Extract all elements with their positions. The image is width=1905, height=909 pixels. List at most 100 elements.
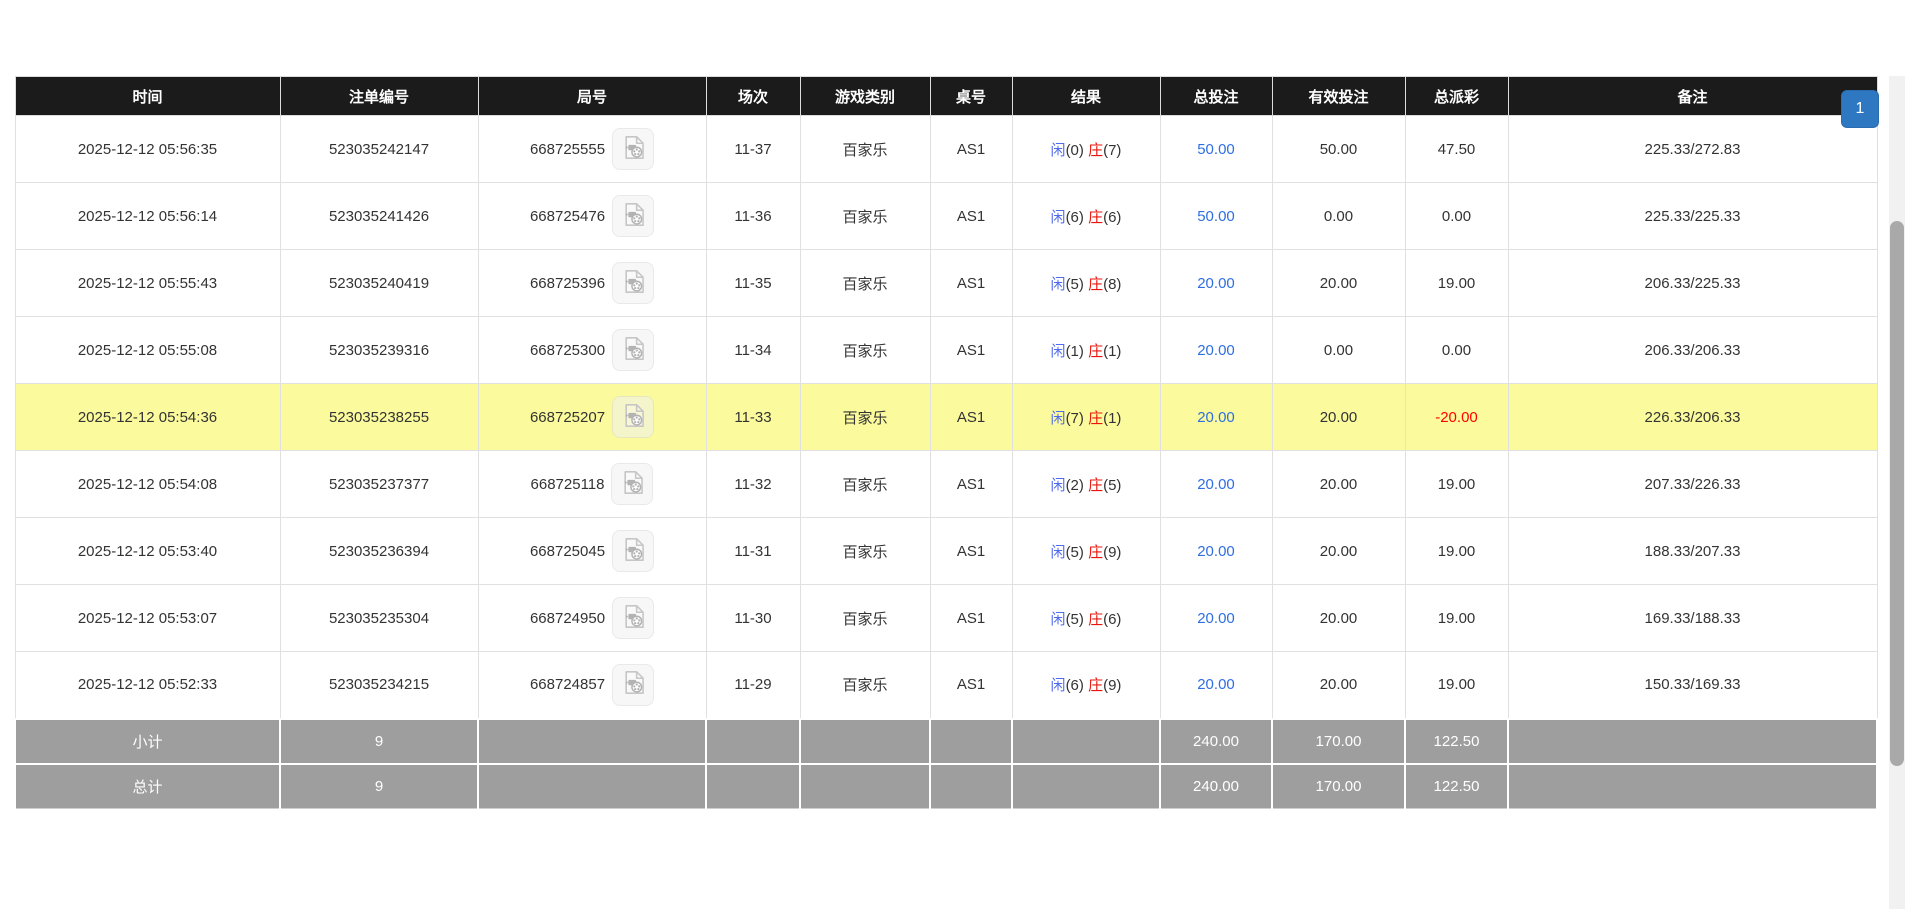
video-replay-button[interactable] [612, 597, 655, 639]
round-number: 668725555 [529, 140, 606, 158]
footer-label-cell: 总计 [14, 762, 281, 809]
banker-score: (1) [1103, 342, 1122, 360]
banker-label: 庄 [1088, 208, 1104, 226]
result-cell: 闲(1) 庄(1) [1011, 316, 1161, 384]
footer-empty-cell [705, 762, 801, 809]
time-cell: 2025-12-12 05:55:43 [14, 249, 281, 317]
video-replay-button[interactable] [612, 262, 655, 304]
table-row: 2025-12-12 05:53:40 523035236394 668725045… [14, 517, 1878, 585]
payout-cell: 19.00 [1404, 584, 1509, 652]
table-no-cell: AS1 [929, 383, 1013, 451]
bet-id-cell: 523035234215 [279, 651, 479, 719]
video-replay-button[interactable] [612, 195, 655, 237]
session-cell: 11-32 [705, 450, 801, 518]
pagination: 1 [1841, 90, 1879, 128]
scrollbar-thumb[interactable] [1890, 221, 1904, 766]
round-number: 668725118 [530, 475, 605, 493]
player-score: (2) [1065, 476, 1084, 494]
player-score: (1) [1065, 342, 1084, 360]
total-bet-link[interactable]: 20.00 [1197, 409, 1235, 426]
session-cell: 11-29 [705, 651, 801, 719]
round-cell: 668725396 [477, 249, 707, 317]
footer-valid-bet-cell: 170.00 [1271, 762, 1406, 809]
player-label: 闲 [1050, 476, 1066, 494]
result-cell: 闲(6) 庄(6) [1011, 182, 1161, 250]
round-number: 668724950 [529, 609, 606, 627]
remark-cell: 150.33/169.33 [1507, 651, 1878, 719]
remark-cell: 169.33/188.33 [1507, 584, 1878, 652]
footer-payout-cell: 122.50 [1404, 717, 1509, 765]
total-bet-link[interactable]: 20.00 [1197, 543, 1235, 560]
table-header: 时间 注单编号 局号 场次 游戏类别 桌号 结果 总投注 有效投注 总派彩 备注 [14, 76, 1878, 116]
footer-count-cell: 9 [279, 717, 479, 765]
total-bet-link[interactable]: 20.00 [1197, 275, 1235, 292]
total-bet-link[interactable]: 20.00 [1197, 610, 1235, 627]
result-cell: 闲(6) 庄(9) [1011, 651, 1161, 719]
player-label: 闲 [1050, 677, 1066, 695]
video-replay-button[interactable] [612, 396, 655, 438]
column-header-4: 游戏类别 [799, 76, 931, 116]
footer-total-bet-cell: 240.00 [1159, 717, 1273, 765]
footer-empty-cell [1011, 717, 1161, 765]
total-bet-link[interactable]: 20.00 [1197, 342, 1235, 359]
footer-valid-bet-cell: 170.00 [1271, 717, 1406, 765]
video-replay-button[interactable] [612, 329, 655, 371]
table-no-cell: AS1 [929, 450, 1013, 518]
total-bet-cell: 20.00 [1159, 651, 1273, 719]
column-header-2: 局号 [477, 76, 707, 116]
video-file-icon [620, 201, 647, 232]
footer-empty-cell [799, 762, 931, 809]
table-no-cell: AS1 [929, 115, 1013, 183]
player-label: 闲 [1050, 610, 1066, 628]
payout-cell: 0.00 [1404, 182, 1509, 250]
column-header-3: 场次 [705, 76, 801, 116]
vertical-scrollbar[interactable] [1889, 76, 1905, 909]
bet-id-cell: 523035241426 [279, 182, 479, 250]
payout-cell: 19.00 [1404, 651, 1509, 719]
video-replay-button[interactable] [612, 663, 655, 706]
banker-label: 庄 [1088, 141, 1104, 159]
column-header-1: 注单编号 [279, 76, 479, 116]
bet-id-cell: 523035239316 [279, 316, 479, 384]
column-header-0: 时间 [14, 76, 281, 116]
player-score: (6) [1065, 677, 1084, 695]
remark-cell: 206.33/225.33 [1507, 249, 1878, 317]
session-cell: 11-31 [705, 517, 801, 585]
table-no-cell: AS1 [929, 182, 1013, 250]
bet-id-cell: 523035236394 [279, 517, 479, 585]
remark-cell: 188.33/207.33 [1507, 517, 1878, 585]
table-row: 2025-12-12 05:56:14 523035241426 668725476… [14, 182, 1878, 250]
table-footer: 小计 9 240.00 170.00 122.50 总计 9 240.00 170.00 122.… [14, 717, 1878, 809]
game-type-cell: 百家乐 [799, 182, 931, 250]
payout-cell: 0.00 [1404, 316, 1509, 384]
player-label: 闲 [1050, 208, 1066, 226]
table-row: 2025-12-12 05:55:43 523035240419 668725396… [14, 249, 1878, 317]
total-bet-link[interactable]: 20.00 [1197, 676, 1235, 693]
video-replay-button[interactable] [612, 530, 655, 572]
table-row: 2025-12-12 05:54:08 523035237377 668725118… [14, 450, 1878, 518]
game-type-cell: 百家乐 [799, 517, 931, 585]
total-bet-cell: 20.00 [1159, 383, 1273, 451]
subtotal-row: 小计 9 240.00 170.00 122.50 [14, 717, 1878, 765]
round-number: 668725396 [529, 274, 606, 292]
footer-count-cell: 9 [279, 762, 479, 809]
banker-score: (6) [1103, 208, 1122, 226]
total-bet-link[interactable]: 50.00 [1197, 141, 1235, 158]
player-score: (0) [1065, 141, 1084, 159]
remark-cell: 225.33/225.33 [1507, 182, 1878, 250]
table-row: 2025-12-12 05:52:33 523035234215 668724857… [14, 651, 1878, 719]
column-header-9: 总派彩 [1404, 76, 1509, 116]
table-no-cell: AS1 [929, 651, 1013, 719]
banker-label: 庄 [1088, 610, 1104, 628]
pagination-page-1[interactable]: 1 [1841, 90, 1879, 128]
total-bet-link[interactable]: 50.00 [1197, 208, 1235, 225]
round-number: 668725300 [529, 341, 606, 359]
video-file-icon [620, 603, 647, 634]
game-type-cell: 百家乐 [799, 450, 931, 518]
video-replay-button[interactable] [611, 463, 654, 505]
payout-cell: 19.00 [1404, 517, 1509, 585]
total-bet-link[interactable]: 20.00 [1197, 476, 1235, 493]
result-cell: 闲(5) 庄(8) [1011, 249, 1161, 317]
game-type-cell: 百家乐 [799, 651, 931, 719]
video-replay-button[interactable] [612, 128, 655, 170]
